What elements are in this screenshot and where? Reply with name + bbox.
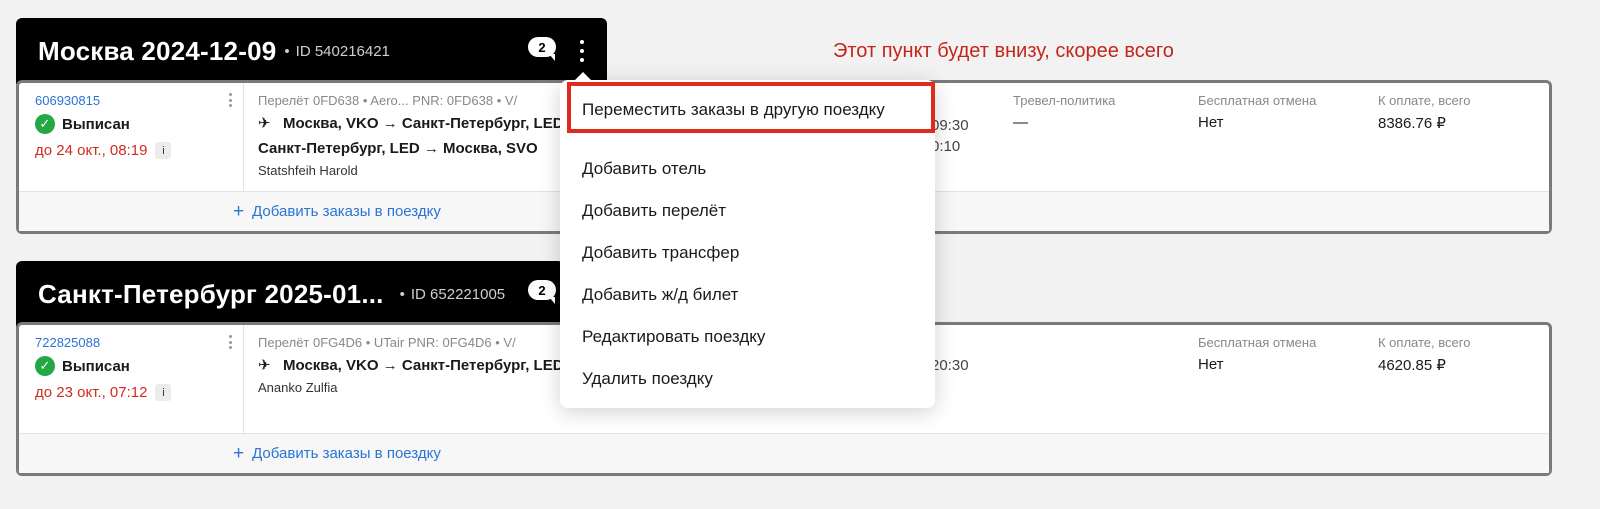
time-value: 09:30 (931, 117, 969, 134)
add-orders-button[interactable]: + Добавить заказы в поездку (233, 443, 441, 465)
order-number-link[interactable]: 606930815 (35, 93, 243, 108)
kebab-menu-icon[interactable] (576, 40, 588, 62)
trip-header: Москва 2024-12-09 ID 540216421 2 (16, 18, 607, 84)
chat-bubble-icon[interactable]: 2 (528, 280, 556, 304)
menu-item-add-hotel[interactable]: Добавить отель (582, 159, 706, 179)
cancel-title: Бесплатная отмена (1198, 93, 1317, 108)
deadline-text: до 24 окт., 08:19 (35, 142, 148, 159)
order-kebab-icon[interactable] (229, 335, 233, 349)
total-payment: К оплате, всего 4620.85 ₽ (1378, 335, 1470, 374)
pay-title: К оплате, всего (1378, 93, 1471, 108)
add-orders-label: Добавить заказы в поездку (252, 445, 441, 462)
check-circle-icon: ✓ (35, 114, 55, 134)
order-deadline: до 24 окт., 08:19 i (35, 142, 243, 159)
card-footer: + Добавить заказы в поездку (19, 433, 1549, 473)
plane-icon: ✈ (258, 115, 271, 132)
order-status: ✓ Выписан (35, 114, 243, 134)
order-number-link[interactable]: 722825088 (35, 335, 243, 350)
chat-bubble-icon[interactable]: 2 (528, 37, 556, 61)
cancel-value: Нет (1198, 114, 1224, 131)
order-status: ✓ Выписан (35, 356, 243, 376)
trip-header: Санкт-Петербург 2025-01... ID 652221005 … (16, 261, 564, 327)
add-orders-button[interactable]: + Добавить заказы в поездку (233, 201, 441, 223)
flight-times: 20:30 (931, 357, 969, 374)
free-cancel: Бесплатная отмена Нет (1198, 335, 1316, 373)
order-deadline: до 23 окт., 07:12 i (35, 384, 243, 401)
pay-value: 8386.76 ₽ (1378, 115, 1446, 132)
policy-value: — (1013, 114, 1028, 131)
travel-policy: Тревел-политика — (1013, 93, 1115, 131)
order-summary: 606930815 ✓ Выписан до 24 окт., 08:19 i (19, 83, 244, 191)
pay-title: К оплате, всего (1378, 335, 1471, 350)
menu-item-edit-trip[interactable]: Редактировать поездку (582, 327, 765, 347)
trip-id: ID 652221005 (400, 286, 505, 303)
time-value: 20:30 (931, 357, 969, 374)
plus-icon: + (233, 200, 245, 222)
info-icon[interactable]: i (155, 142, 172, 159)
menu-item-delete-trip[interactable]: Удалить поездку (582, 369, 713, 389)
trip-id: ID 540216421 (284, 43, 390, 60)
info-icon[interactable]: i (155, 384, 172, 401)
route-text: Санкт-Петербург, LED → Москва, SVO (258, 140, 538, 157)
add-orders-label: Добавить заказы в поездку (252, 203, 441, 220)
free-cancel: Бесплатная отмена Нет (1198, 93, 1316, 131)
menu-item-add-flight[interactable]: Добавить перелёт (582, 201, 726, 221)
total-payment: К оплате, всего 8386.76 ₽ (1378, 93, 1470, 132)
pay-value: 4620.85 ₽ (1378, 357, 1446, 374)
plus-icon: + (233, 442, 245, 464)
trip-title: Санкт-Петербург 2025-01... (38, 278, 384, 309)
status-label: Выписан (62, 115, 130, 133)
cancel-title: Бесплатная отмена (1198, 335, 1317, 350)
time-value: 0:10 (931, 138, 961, 155)
highlight-box (567, 82, 935, 133)
order-summary: 722825088 ✓ Выписан до 23 окт., 07:12 i (19, 325, 244, 433)
menu-item-add-train[interactable]: Добавить ж/д билет (582, 285, 738, 305)
check-circle-icon: ✓ (35, 356, 55, 376)
annotation-note: Этот пункт будет внизу, скорее всего (833, 40, 1174, 62)
cancel-value: Нет (1198, 356, 1224, 373)
plane-icon: ✈ (258, 357, 271, 374)
order-kebab-icon[interactable] (229, 93, 233, 107)
route-text: Москва, VKO → Санкт-Петербург, LED (283, 114, 564, 132)
trip-title: Москва 2024-12-09 (38, 35, 277, 66)
route-text: Москва, VKO → Санкт-Петербург, LED (283, 356, 564, 374)
deadline-text: до 23 окт., 07:12 (35, 384, 148, 401)
policy-title: Тревел-политика (1013, 93, 1116, 108)
status-label: Выписан (62, 357, 130, 375)
menu-item-add-transfer[interactable]: Добавить трансфер (582, 243, 739, 263)
flight-times: 09:30 0:10 (931, 115, 969, 157)
